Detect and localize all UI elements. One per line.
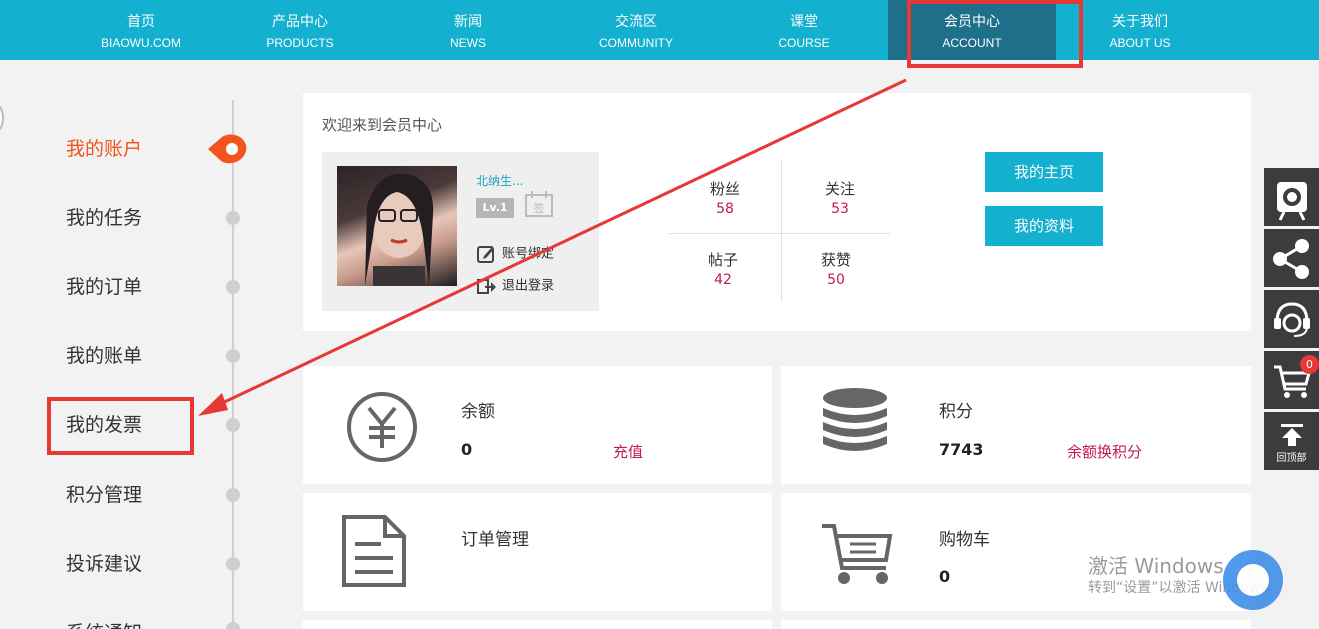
nav-products-label: 产品中心 — [272, 14, 328, 30]
cart-title: 购物车 — [939, 530, 990, 550]
chat-bubble-icon[interactable] — [1223, 550, 1283, 610]
nav-home-label: 首页 — [127, 14, 155, 30]
sidebar-dot — [226, 557, 240, 571]
nav-products-sublabel: PRODUCTS — [266, 36, 334, 50]
nav-news[interactable]: 新闻 NEWS — [384, 0, 552, 60]
orders-title: 订单管理 — [461, 530, 529, 550]
sidebar-item-tasks[interactable]: 我的任务 — [66, 203, 142, 233]
stats-divider-horizontal — [668, 233, 890, 234]
nav-about-sublabel: ABOUT US — [1109, 36, 1171, 50]
nav-about-label: 关于我们 — [1112, 14, 1168, 30]
sign-glyph: 签 — [534, 201, 545, 215]
stat-following-label: 关注 — [824, 180, 855, 198]
stat-fans[interactable]: 粉丝 58 — [675, 179, 775, 219]
nav-account[interactable]: 会员中心 ACCOUNT — [888, 0, 1056, 60]
shopping-cart-icon — [822, 524, 893, 584]
logout-icon — [477, 279, 496, 294]
nav-course[interactable]: 课堂 COURSE — [720, 0, 888, 60]
stat-likes[interactable]: 获赞 50 — [786, 250, 886, 290]
avatar[interactable] — [337, 166, 457, 286]
stat-following[interactable]: 关注 53 — [790, 179, 890, 219]
nav-home-sublabel: BIAOWU.COM — [101, 36, 181, 50]
nav-community-label: 交流区 — [615, 14, 657, 30]
card-partial-right — [781, 620, 1251, 629]
arrow-up-icon — [1281, 424, 1303, 446]
avatar-photo — [365, 173, 434, 286]
coin-stack-icon — [823, 388, 887, 451]
share-button[interactable] — [1264, 229, 1319, 287]
nav-community[interactable]: 交流区 COMMUNITY — [552, 0, 720, 60]
sign-in-calendar-icon[interactable]: 签 — [524, 190, 554, 218]
stat-likes-value: 50 — [827, 272, 845, 288]
points-value: 7743 — [939, 440, 984, 459]
sidebar-item-points[interactable]: 积分管理 — [66, 480, 142, 510]
nav-course-sublabel: COURSE — [778, 36, 830, 50]
camera-icon — [1277, 182, 1307, 221]
stat-fans-label: 粉丝 — [709, 180, 740, 198]
stat-posts-value: 42 — [714, 272, 732, 288]
sidebar-dot — [226, 418, 240, 432]
stats-divider-vertical — [781, 160, 782, 302]
nav-news-sublabel: NEWS — [450, 36, 486, 50]
stat-fans-value: 58 — [716, 201, 734, 217]
nav-news-label: 新闻 — [454, 14, 482, 30]
card-partial-left — [303, 620, 772, 629]
my-homepage-button[interactable]: 我的主页 — [985, 152, 1103, 192]
recharge-link[interactable]: 充值 — [613, 441, 643, 462]
logout-link[interactable]: 退出登录 — [476, 276, 554, 296]
cart-count-badge: 0 — [1300, 355, 1319, 374]
top-nav: 首页 BIAOWU.COM 产品中心 PRODUCTS 新闻 NEWS 交流区 … — [0, 0, 1319, 60]
nav-course-label: 课堂 — [790, 14, 818, 30]
nav-community-sublabel: COMMUNITY — [599, 36, 673, 50]
edge-widget[interactable] — [0, 103, 4, 133]
yen-coin-icon — [347, 392, 417, 462]
username-link[interactable]: 北纳生... — [476, 172, 523, 189]
sidebar-item-complaints[interactable]: 投诉建议 — [66, 549, 142, 579]
exchange-points-link[interactable]: 余额换积分 — [1067, 441, 1142, 462]
nav-account-sublabel: ACCOUNT — [942, 36, 1002, 50]
stat-posts-label: 帖子 — [707, 251, 738, 269]
edit-icon — [477, 246, 494, 263]
nav-about[interactable]: 关于我们 ABOUT US — [1056, 0, 1224, 60]
nav-products[interactable]: 产品中心 PRODUCTS — [216, 0, 384, 60]
activation-watermark-title: 激活 Windows — [1088, 554, 1224, 578]
camera-button[interactable] — [1264, 168, 1319, 226]
sidebar-dot — [226, 280, 240, 294]
my-profile-button[interactable]: 我的资料 — [985, 206, 1103, 246]
sidebar-item-orders[interactable]: 我的订单 — [66, 272, 142, 302]
sidebar-dot — [226, 622, 240, 629]
balance-title: 余额 — [461, 402, 495, 422]
sidebar-dot — [226, 349, 240, 363]
share-icon — [1273, 239, 1309, 279]
level-badge: Lv.1 — [476, 198, 514, 218]
stat-posts[interactable]: 帖子 42 — [673, 250, 773, 290]
bind-account-label: 账号绑定 — [502, 246, 555, 262]
customer-service-button[interactable] — [1264, 290, 1319, 348]
nav-home[interactable]: 首页 BIAOWU.COM — [66, 0, 216, 60]
sidebar-timeline — [232, 100, 234, 629]
logout-label: 退出登录 — [502, 278, 555, 294]
points-title: 积分 — [939, 402, 973, 422]
headset-icon — [1274, 302, 1310, 337]
sidebar-item-account[interactable]: 我的账户 — [66, 134, 142, 164]
sidebar-item-notifications[interactable]: 系统通知 — [66, 618, 142, 629]
bind-account-link[interactable]: 账号绑定 — [476, 244, 554, 264]
stat-likes-label: 获赞 — [820, 251, 851, 269]
sidebar-item-invoices[interactable]: 我的发票 — [66, 410, 142, 440]
sidebar-dot — [226, 211, 240, 225]
nav-account-label: 会员中心 — [944, 14, 1000, 30]
location-pin-icon — [208, 134, 247, 164]
balance-value: 0 — [461, 440, 473, 459]
sidebar-item-bills[interactable]: 我的账单 — [66, 341, 142, 371]
cart-value: 0 — [939, 567, 951, 586]
document-icon — [342, 515, 406, 587]
welcome-title: 欢迎来到会员中心 — [322, 116, 443, 134]
sidebar-dot — [226, 488, 240, 502]
back-to-top-label: 回顶部 — [1276, 453, 1307, 464]
stat-following-value: 53 — [831, 201, 849, 217]
